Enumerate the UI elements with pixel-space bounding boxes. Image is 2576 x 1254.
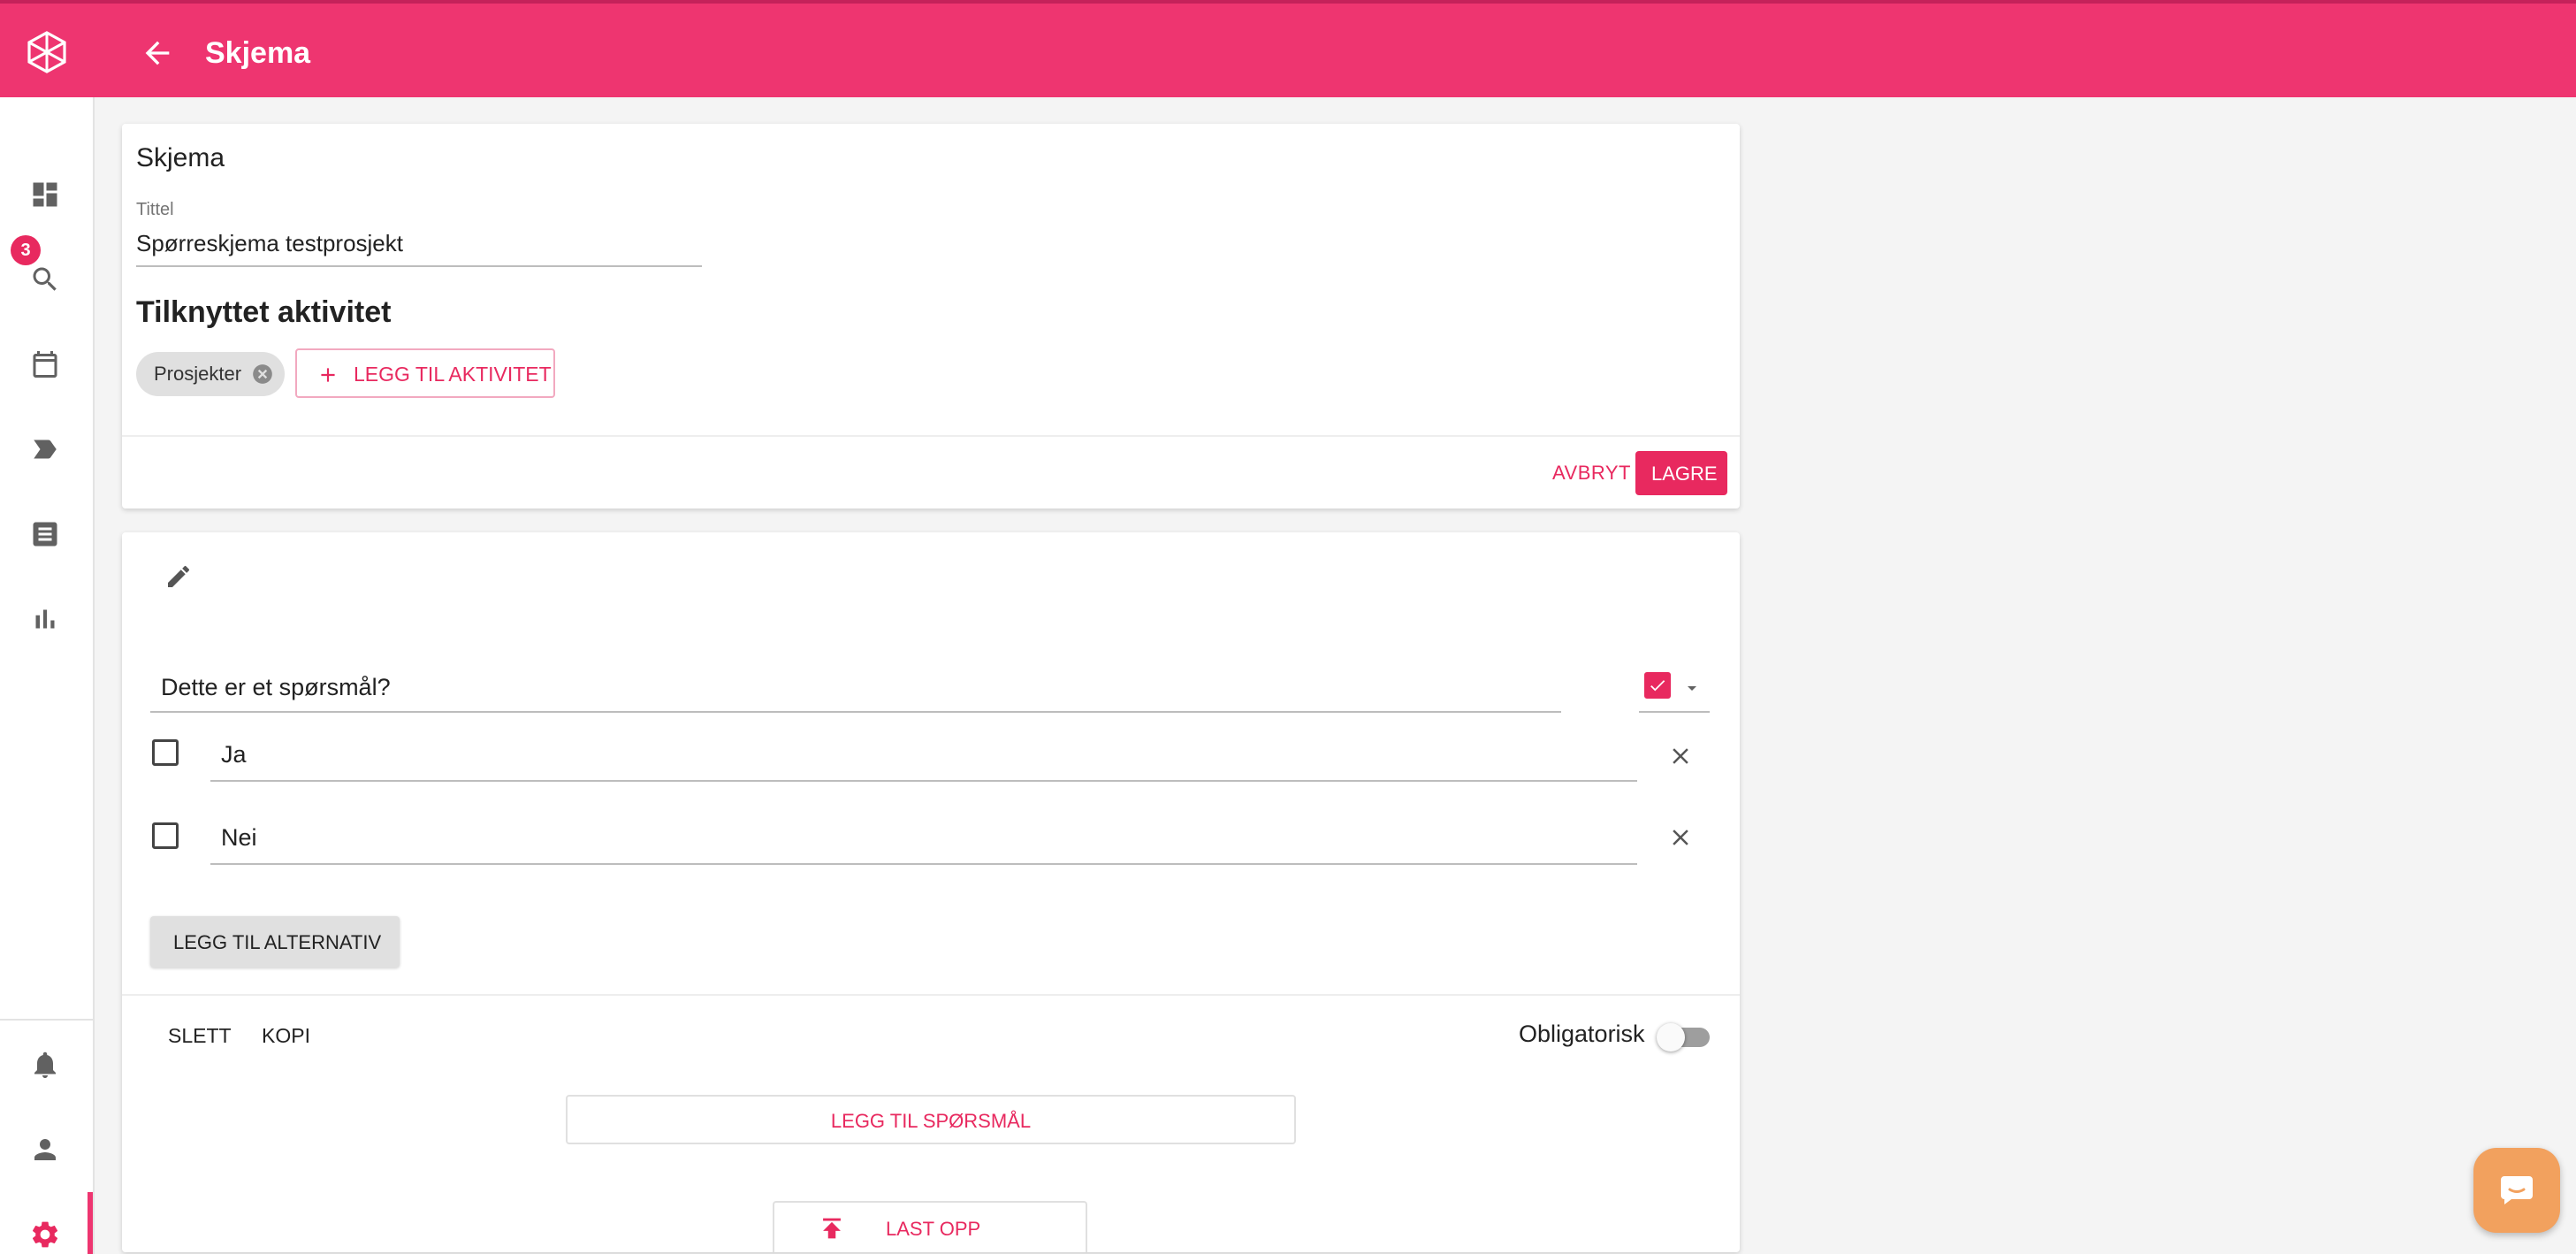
delete-question-button[interactable]: SLETT	[168, 1024, 232, 1048]
option-input-ja[interactable]: Ja	[210, 727, 1637, 782]
sidebar-item-dashboard[interactable]	[0, 152, 93, 237]
required-label: Obligatorisk	[1519, 1021, 1645, 1047]
sidebar	[0, 97, 95, 1254]
required-toggle-thumb[interactable]	[1657, 1023, 1685, 1051]
save-button[interactable]: LAGRE	[1635, 451, 1727, 495]
question-card: Dette er et spørsmål? Ja Nei LEGG TIL AL…	[122, 532, 1740, 1252]
remove-option-nei-close-icon[interactable]	[1667, 824, 1694, 851]
add-activity-label: LEGG TIL AKTIVITET	[354, 363, 552, 386]
question-footer-divider	[122, 994, 1740, 996]
sidebar-item-labels[interactable]	[0, 407, 93, 492]
calendar-badge: 3	[11, 235, 41, 265]
plus-icon	[321, 368, 335, 382]
gear-icon	[32, 1221, 58, 1248]
list-icon	[33, 522, 57, 547]
activity-chip-label: Prosjekter	[154, 363, 242, 385]
option-label-ja: Ja	[221, 741, 247, 768]
chat-launcher-button[interactable]	[2473, 1148, 2560, 1233]
question-type-checkbox-icon	[1644, 672, 1671, 699]
app-logo-icon[interactable]	[27, 30, 67, 74]
cancel-button[interactable]: AVBRYT	[1552, 462, 1631, 488]
search-icon	[33, 267, 57, 291]
question-input-value: Dette er et spørsmål?	[161, 674, 391, 700]
chevron-down-icon	[1688, 686, 1696, 691]
option-checkbox-ja[interactable]	[152, 739, 179, 766]
add-option-button[interactable]: LEGG TIL ALTERNATIV	[150, 916, 400, 967]
pencil-icon[interactable]	[164, 562, 193, 591]
add-activity-button[interactable]: LEGG TIL AKTIVITET	[295, 348, 555, 398]
add-option-label: LEGG TIL ALTERNATIV	[173, 931, 382, 953]
calendar-icon	[33, 351, 57, 378]
bar-chart-icon	[35, 609, 55, 629]
add-question-button[interactable]: LEGG TIL SPØRSMÅL	[566, 1095, 1296, 1144]
sidebar-item-settings[interactable]	[0, 1192, 93, 1254]
sidebar-divider	[0, 1019, 93, 1021]
sidebar-item-profile[interactable]	[0, 1107, 93, 1192]
question-type-select[interactable]	[1639, 661, 1710, 713]
label-icon	[34, 440, 57, 459]
title-input-value: Spørreskjema testprosjekt	[136, 230, 403, 256]
sidebar-item-forms[interactable]	[0, 492, 93, 577]
sidebar-item-reports[interactable]	[0, 577, 93, 661]
sidebar-item-notifications[interactable]	[0, 1022, 93, 1107]
upload-label: LAST OPP	[886, 1218, 981, 1240]
option-checkbox-nei[interactable]	[152, 822, 179, 849]
question-input[interactable]: Dette er et spørsmål?	[150, 661, 1561, 713]
title-field-label: Tittel	[136, 200, 174, 219]
top-app-bar: Skjema	[0, 0, 2576, 97]
remove-option-ja-close-icon[interactable]	[1667, 743, 1694, 769]
card-heading: Skjema	[136, 143, 225, 172]
dashboard-icon	[33, 182, 57, 207]
sidebar-active-indicator	[88, 1192, 93, 1254]
option-label-nei: Nei	[221, 824, 257, 851]
back-arrow-icon[interactable]	[140, 35, 175, 71]
chip-remove-icon[interactable]	[251, 363, 274, 386]
title-input[interactable]: Spørreskjema testprosjekt	[136, 223, 702, 267]
bell-icon	[34, 1051, 56, 1078]
chat-bubble-icon	[2501, 1176, 2533, 1204]
sidebar-item-calendar[interactable]	[0, 322, 93, 407]
form-card: Skjema Tittel Spørreskjema testprosjekt …	[122, 124, 1740, 508]
activity-chip[interactable]: Prosjekter	[136, 352, 285, 396]
upload-icon	[823, 1218, 841, 1239]
copy-question-button[interactable]: KOPI	[262, 1024, 310, 1048]
add-question-label: LEGG TIL SPØRSMÅL	[830, 1110, 1032, 1132]
option-input-nei[interactable]: Nei	[210, 808, 1637, 865]
save-button-label: LAGRE	[1651, 463, 1718, 485]
card-divider	[122, 435, 1740, 437]
upload-button[interactable]: LAST OPP	[773, 1201, 1087, 1252]
person-icon	[34, 1139, 56, 1160]
activity-heading: Tilknyttet aktivitet	[136, 295, 392, 329]
page-title: Skjema	[205, 36, 311, 70]
